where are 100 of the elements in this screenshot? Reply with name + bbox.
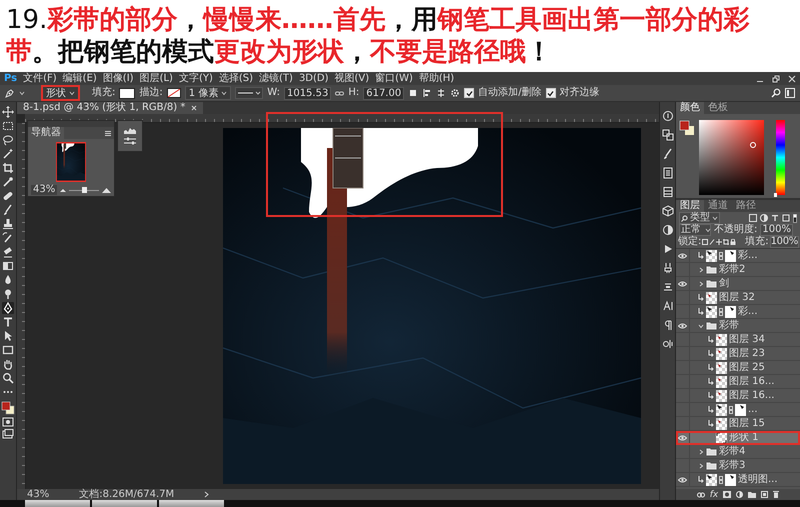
visibility-toggle[interactable]: [676, 431, 690, 444]
checkbox[interactable]: [464, 88, 474, 98]
menu-item[interactable]: 选择(S): [218, 72, 254, 84]
layer-row[interactable]: ...: [676, 403, 800, 417]
taskbar-thumbnail[interactable]: [25, 500, 90, 507]
color-swatches-icon[interactable]: [1, 400, 15, 415]
workspace-icon[interactable]: [785, 88, 796, 98]
shape-filter-icon[interactable]: [782, 214, 790, 222]
layer-row[interactable]: 彩带: [676, 319, 800, 333]
stamp-icon[interactable]: [2, 218, 14, 230]
rectangle-icon[interactable]: [2, 344, 14, 356]
panel-tab[interactable]: 颜色: [676, 102, 704, 114]
menu-item[interactable]: 图层(L): [140, 72, 173, 84]
crop-icon[interactable]: [2, 162, 14, 174]
large-mountain-icon[interactable]: [102, 188, 111, 192]
image-filter-icon[interactable]: [749, 214, 757, 222]
layer-row[interactable]: 图层 16...: [676, 375, 800, 389]
adjustment-icon[interactable]: [736, 491, 744, 498]
visibility-toggle[interactable]: [676, 473, 690, 486]
menu-item[interactable]: 编辑(E): [62, 72, 97, 84]
close-icon[interactable]: [191, 105, 198, 111]
marquee-icon[interactable]: [2, 120, 14, 132]
menu-item[interactable]: 3D(D): [298, 72, 329, 84]
restore-icon[interactable]: [772, 74, 780, 82]
cube-icon[interactable]: [662, 205, 674, 217]
link-icon[interactable]: [335, 88, 344, 98]
lock-brush-icon[interactable]: [709, 239, 716, 245]
layer-style-button[interactable]: fx: [710, 490, 718, 500]
visibility-toggle[interactable]: [676, 277, 690, 290]
expand-caret-icon[interactable]: [698, 448, 704, 454]
mode-dropdown[interactable]: 形状: [41, 85, 80, 101]
small-mountain-icon[interactable]: [60, 188, 66, 192]
opacity-field[interactable]: 100%: [760, 224, 793, 236]
lock-pixels-icon[interactable]: [702, 239, 708, 245]
screen-mode-icon[interactable]: [2, 429, 14, 439]
menu-item[interactable]: 窗口(W): [375, 72, 413, 84]
type-tool-icon[interactable]: [2, 316, 14, 328]
trash-icon[interactable]: [773, 491, 780, 498]
document-icon[interactable]: [662, 167, 674, 179]
half-circle-icon[interactable]: [662, 224, 674, 236]
height-field[interactable]: 617.00: [363, 86, 404, 100]
hue-slider-thumb[interactable]: [774, 193, 777, 197]
settings-icon[interactable]: [450, 88, 460, 98]
path-arrangement-icon[interactable]: [436, 88, 446, 98]
slider-thumb[interactable]: [82, 186, 87, 192]
new-layer-icon[interactable]: [761, 491, 768, 498]
layer-row[interactable]: 图层 23: [676, 347, 800, 361]
stroke-width-dropdown[interactable]: 1 像素: [184, 86, 232, 100]
fill-swatch[interactable]: [119, 88, 136, 98]
menu-item[interactable]: 文件(F): [23, 72, 57, 84]
stroke-swatch[interactable]: [166, 88, 181, 98]
arrow-cursor-icon[interactable]: [2, 330, 14, 342]
visibility-toggle[interactable]: [676, 249, 690, 262]
visibility-toggle[interactable]: [676, 319, 690, 332]
move-icon[interactable]: [2, 106, 14, 118]
blend-mode-dropdown[interactable]: 正常: [679, 224, 711, 236]
layer-row[interactable]: 彩...: [676, 305, 800, 319]
brush-icon[interactable]: [662, 148, 674, 160]
menu-icon[interactable]: [105, 130, 111, 136]
folder-icon[interactable]: [748, 491, 756, 498]
taskbar-thumbnail[interactable]: [159, 500, 224, 507]
type-filter-icon[interactable]: [771, 214, 779, 222]
width-field[interactable]: 1015.53: [284, 86, 332, 100]
eraser-icon[interactable]: [2, 246, 14, 258]
path-operations-icon[interactable]: [408, 88, 418, 98]
hand-icon[interactable]: [2, 358, 14, 370]
layer-row[interactable]: 图层 32: [676, 291, 800, 305]
lock-artboard-icon[interactable]: [723, 239, 730, 245]
info-icon[interactable]: [662, 110, 674, 122]
layer-row[interactable]: 透明图...: [676, 473, 800, 487]
checkbox[interactable]: [546, 88, 556, 98]
eyedropper-icon[interactable]: [2, 176, 14, 188]
filter-dropdown[interactable]: 类型: [679, 212, 720, 224]
menu-item[interactable]: 视图(V): [334, 72, 370, 84]
color-swatches-icon[interactable]: [679, 120, 695, 136]
taskbar-thumbnail[interactable]: [92, 500, 157, 507]
color-field[interactable]: [699, 120, 764, 195]
quick-mask-icon[interactable]: [2, 417, 14, 427]
lock-move-icon[interactable]: [716, 239, 722, 245]
panel-tab[interactable]: 图层: [676, 200, 704, 212]
brush-icon[interactable]: [2, 204, 14, 216]
text-panel-icon[interactable]: [662, 300, 674, 312]
menu-item[interactable]: 文字(Y): [178, 72, 213, 84]
wand-icon[interactable]: [2, 148, 14, 160]
expand-caret-icon[interactable]: [698, 462, 704, 468]
menu-item[interactable]: 帮助(H): [418, 72, 454, 84]
layer-row[interactable]: 彩带2: [676, 263, 800, 277]
layer-row[interactable]: 图层 34: [676, 333, 800, 347]
layer-row[interactable]: 剑: [676, 277, 800, 291]
adjustment-filter-icon[interactable]: [760, 214, 768, 222]
panel-tab[interactable]: 路径: [732, 200, 760, 212]
layer-row[interactable]: 彩带3: [676, 459, 800, 473]
search-icon[interactable]: [771, 88, 781, 98]
mask-icon[interactable]: [723, 491, 732, 498]
swatch-pair-icon[interactable]: [662, 129, 674, 141]
histogram-icon[interactable]: [124, 127, 136, 134]
dodge-icon[interactable]: [2, 288, 14, 300]
panel-tab[interactable]: 导航器: [28, 127, 64, 139]
history-brush-icon[interactable]: [2, 232, 14, 244]
expand-caret-icon[interactable]: [698, 266, 704, 272]
